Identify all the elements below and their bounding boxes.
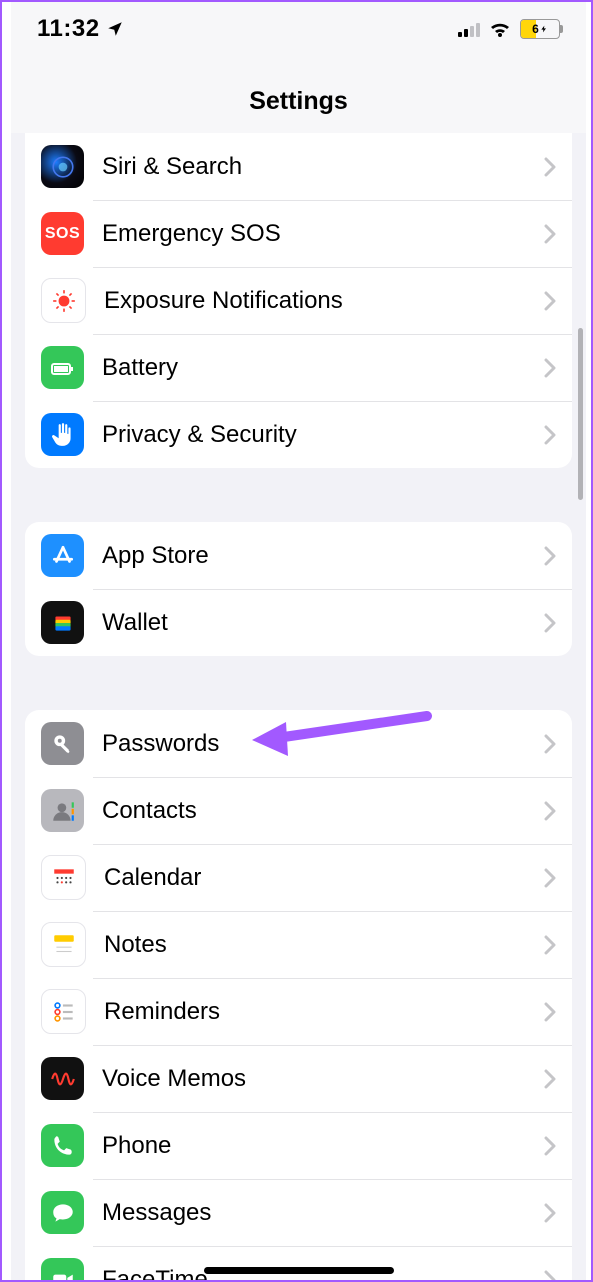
- row-passwords[interactable]: Passwords: [25, 710, 572, 777]
- cellular-signal-icon: [458, 21, 480, 37]
- chevron-right-icon: [544, 1270, 556, 1282]
- chevron-right-icon: [544, 1069, 556, 1089]
- exposure-icon: [41, 278, 86, 323]
- row-contacts[interactable]: Contacts: [25, 777, 572, 844]
- chevron-right-icon: [544, 935, 556, 955]
- row-label: Contacts: [102, 797, 536, 825]
- battery-icon: 6: [520, 19, 560, 39]
- row-label: Exposure Notifications: [104, 287, 536, 315]
- row-reminders[interactable]: Reminders: [25, 978, 572, 1045]
- chevron-right-icon: [544, 1136, 556, 1156]
- chevron-right-icon: [544, 157, 556, 177]
- row-exposure-notifications[interactable]: Exposure Notifications: [25, 267, 572, 334]
- row-voice-memos[interactable]: Voice Memos: [25, 1045, 572, 1112]
- appstore-icon: [41, 534, 84, 577]
- row-privacy-security[interactable]: Privacy & Security: [25, 401, 572, 468]
- battery-percent: 6: [532, 22, 539, 36]
- wifi-icon: [488, 17, 512, 41]
- chevron-right-icon: [544, 224, 556, 244]
- home-indicator[interactable]: [204, 1267, 394, 1274]
- scroll-indicator[interactable]: [578, 328, 583, 500]
- row-label: Messages: [102, 1199, 536, 1227]
- settings-group-general: Siri & Search SOS Emergency SOS Exposure…: [25, 133, 572, 468]
- row-wallet[interactable]: Wallet: [25, 589, 572, 656]
- reminders-icon: [41, 989, 86, 1034]
- row-emergency-sos[interactable]: SOS Emergency SOS: [25, 200, 572, 267]
- chevron-right-icon: [544, 546, 556, 566]
- row-facetime[interactable]: FaceTime: [25, 1246, 572, 1282]
- contacts-icon: [41, 789, 84, 832]
- settings-scroll-area[interactable]: Siri & Search SOS Emergency SOS Exposure…: [11, 133, 586, 1282]
- privacy-hand-icon: [41, 413, 84, 456]
- chevron-right-icon: [544, 1203, 556, 1223]
- settings-group-apps: Passwords Contacts Calendar: [25, 710, 572, 1282]
- notes-icon: [41, 922, 86, 967]
- row-label: Privacy & Security: [102, 421, 536, 449]
- facetime-icon: [41, 1258, 84, 1282]
- chevron-right-icon: [544, 801, 556, 821]
- row-label: Voice Memos: [102, 1065, 536, 1093]
- row-label: App Store: [102, 542, 536, 570]
- row-label: Phone: [102, 1132, 536, 1160]
- settings-group-store: App Store Wallet: [25, 522, 572, 656]
- chevron-right-icon: [544, 358, 556, 378]
- row-app-store[interactable]: App Store: [25, 522, 572, 589]
- row-calendar[interactable]: Calendar: [25, 844, 572, 911]
- siri-icon: [41, 145, 84, 188]
- row-label: Passwords: [102, 730, 536, 758]
- row-notes[interactable]: Notes: [25, 911, 572, 978]
- row-label: Emergency SOS: [102, 220, 536, 248]
- row-messages[interactable]: Messages: [25, 1179, 572, 1246]
- status-time-area: 11:32: [37, 15, 124, 43]
- row-phone[interactable]: Phone: [25, 1112, 572, 1179]
- chevron-right-icon: [544, 734, 556, 754]
- wallet-icon: [41, 601, 84, 644]
- calendar-icon: [41, 855, 86, 900]
- row-label: Wallet: [102, 609, 536, 637]
- row-label: Siri & Search: [102, 153, 536, 181]
- row-label: Calendar: [104, 864, 536, 892]
- voice-memos-icon: [41, 1057, 84, 1100]
- status-right: 6: [458, 17, 560, 41]
- phone-icon: [41, 1124, 84, 1167]
- status-bar: 11:32 6: [11, 2, 586, 54]
- page-title: Settings: [11, 54, 586, 135]
- sos-icon: SOS: [41, 212, 84, 255]
- chevron-right-icon: [544, 613, 556, 633]
- row-siri-search[interactable]: Siri & Search: [25, 133, 572, 200]
- chevron-right-icon: [544, 291, 556, 311]
- status-time: 11:32: [37, 15, 100, 43]
- battery-icon: [41, 346, 84, 389]
- row-label: Battery: [102, 354, 536, 382]
- chevron-right-icon: [544, 1002, 556, 1022]
- chevron-right-icon: [544, 425, 556, 445]
- row-battery[interactable]: Battery: [25, 334, 572, 401]
- row-label: Reminders: [104, 998, 536, 1026]
- passwords-key-icon: [41, 722, 84, 765]
- row-label: Notes: [104, 931, 536, 959]
- messages-icon: [41, 1191, 84, 1234]
- location-icon: [106, 20, 124, 38]
- chevron-right-icon: [544, 868, 556, 888]
